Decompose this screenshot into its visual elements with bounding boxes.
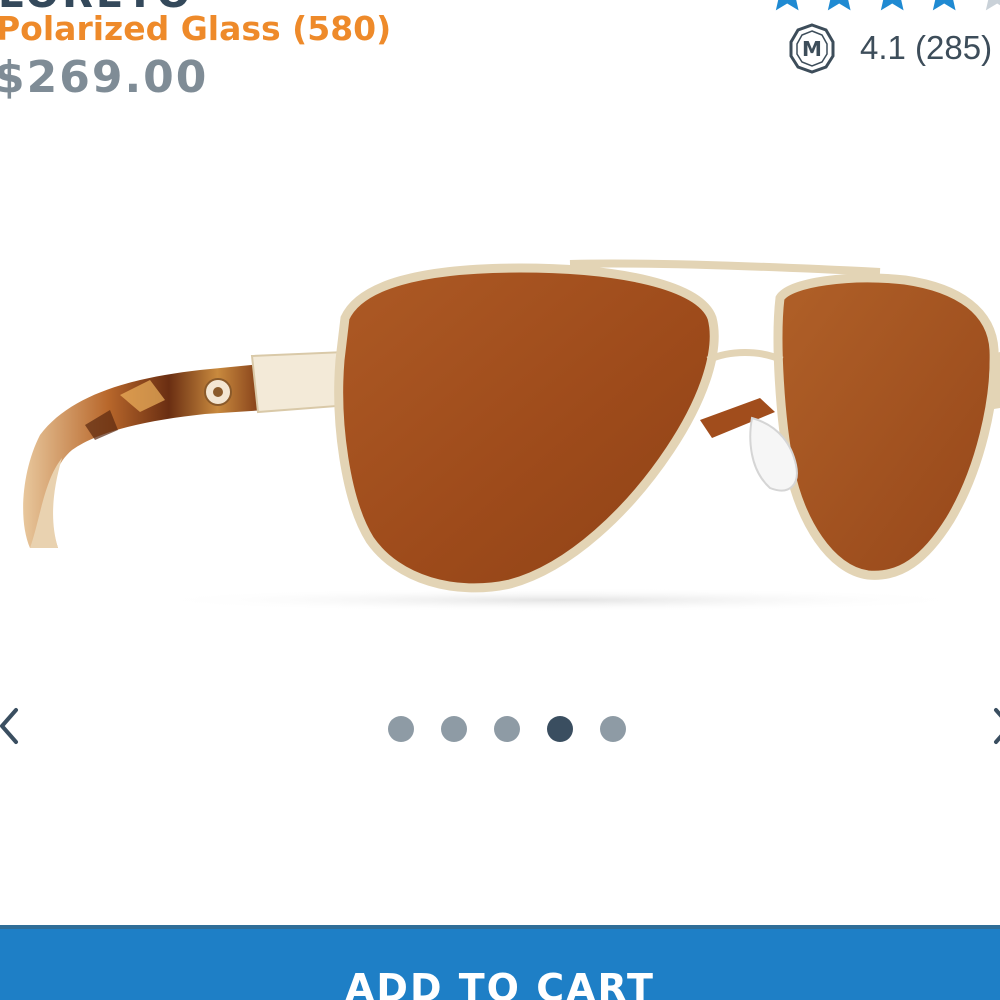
carousel-dot[interactable]: [600, 716, 626, 742]
carousel-dot[interactable]: [441, 716, 467, 742]
carousel-pagination: [388, 716, 626, 742]
star-filled-icon: [828, 0, 851, 11]
carousel-dot-active[interactable]: [547, 716, 573, 742]
lens-option-label[interactable]: Polarized Glass (580): [0, 12, 391, 45]
rating-text: 4.1 (285): [860, 29, 993, 66]
star-filled-icon: [933, 0, 956, 11]
member-badge-icon: M: [789, 23, 835, 74]
price: $269.00: [0, 52, 209, 103]
star-rating[interactable]: [762, 0, 1000, 16]
star-filled-icon: [880, 0, 904, 11]
carousel-dot[interactable]: [388, 716, 414, 742]
product-page: LORETO Polarized Glass (580) $269.00 M 4…: [0, 0, 1000, 1000]
rating-summary[interactable]: M 4.1 (285): [786, 22, 992, 74]
chevron-left-icon[interactable]: [0, 704, 24, 748]
sunglasses-product-photo[interactable]: [0, 230, 1000, 630]
add-to-cart-button[interactable]: ADD TO CART: [0, 925, 1000, 1000]
badge-letter: M: [802, 37, 822, 61]
carousel-dot[interactable]: [494, 716, 520, 742]
star-filled-icon: [775, 0, 799, 11]
star-empty-icon: [985, 0, 1000, 11]
chevron-right-icon[interactable]: [988, 704, 1000, 748]
add-to-cart-label: ADD TO CART: [345, 966, 655, 1000]
